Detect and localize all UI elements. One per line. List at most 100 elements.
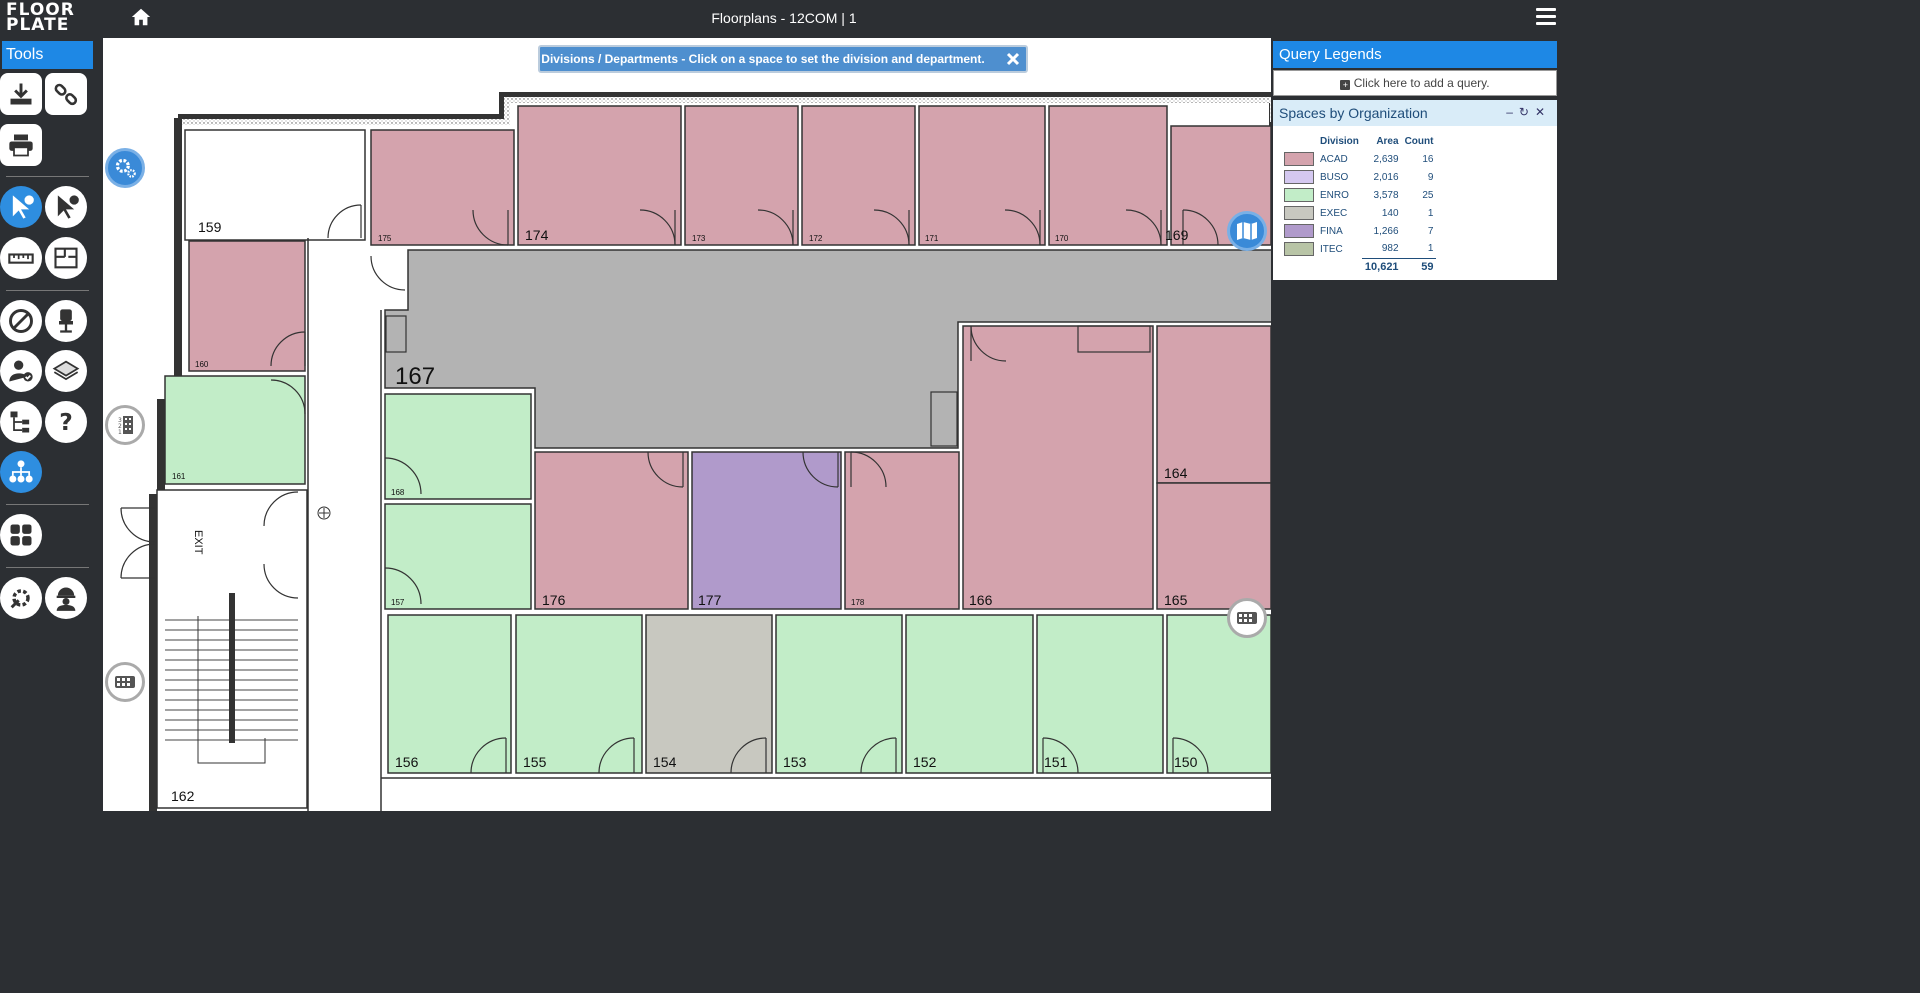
help-button[interactable]: ? [45,401,87,443]
ruler-icon [8,253,34,264]
room-170 [1048,105,1168,246]
legend-row[interactable]: EXEC 140 1 [1281,204,1436,222]
download-button[interactable] [0,73,42,115]
prohibit-button[interactable] [0,300,42,342]
tools-header: Tools [2,41,93,69]
occupant-button[interactable] [0,350,42,392]
refresh-icon[interactable]: ↻ [1519,105,1535,119]
division-name: ACAD [1320,153,1348,165]
col-division: Division [1320,136,1359,147]
furniture-button[interactable] [45,300,87,342]
room-label-168: 168 [391,488,405,497]
printer-icon [9,134,33,157]
floor-selector-button[interactable]: 321 [105,405,145,445]
room-label-173: 173 [692,234,706,243]
room-label-160: 160 [195,360,209,369]
dashboard-button[interactable] [0,514,42,556]
color-swatch [1284,242,1314,256]
map-icon [1237,222,1257,240]
settings-tool-button[interactable] [0,577,42,619]
room-153 [775,614,903,774]
add-query-button[interactable]: + Click here to add a query. [1273,70,1557,96]
color-swatch [1284,170,1314,184]
tools-sidebar: Tools ? [0,38,98,811]
color-swatch [1284,188,1314,202]
measure-button[interactable] [0,237,42,279]
download-icon [10,83,32,105]
floorplan-drawing[interactable]: 159 175 174 173 172 171 170 169 160 167 … [103,38,1271,811]
room-156 [387,614,512,774]
division-name: EXEC [1320,207,1348,219]
room-157 [384,503,532,610]
legend-row[interactable]: ACAD 2,639 16 [1281,150,1436,168]
room-label-172: 172 [809,234,823,243]
cursor-info-icon [12,195,34,219]
layers-button[interactable] [45,350,87,392]
division-area: 1,266 [1373,225,1399,237]
left-grid-button[interactable] [105,662,145,702]
hamburger-menu-icon[interactable] [1536,8,1556,28]
link-icon [54,83,78,106]
legend-header: Spaces by Organization –↻✕ [1273,100,1557,126]
legend-row[interactable]: ENRO 3,578 25 [1281,186,1436,204]
divider [6,290,89,291]
room-155 [515,614,643,774]
hierarchy-button[interactable] [0,401,42,443]
room-176 [534,451,689,610]
gear-wrench-icon [10,589,30,609]
room-168 [384,393,532,500]
mode-banner: Divisions / Departments - Click on a spa… [538,45,1028,73]
room-label-159: 159 [198,219,222,235]
col-count: Count [1404,136,1434,147]
top-bar: FLOOR PLATE Floorplans - 12COM | 1 [0,0,1568,38]
col-area: Area [1376,136,1399,147]
minimize-icon[interactable]: – [1506,105,1519,119]
spaces-by-organization-legend: Spaces by Organization –↻✕ Division Area… [1273,100,1557,280]
room-label-166: 166 [969,592,993,608]
close-icon[interactable] [1004,50,1022,68]
room-label-176: 176 [542,592,566,608]
room-label-161: 161 [172,472,186,481]
room-178 [844,451,960,610]
floorplan-map[interactable]: 159 175 174 173 172 171 170 169 160 167 … [103,38,1271,811]
division-name: BUSO [1320,171,1349,183]
legend-row[interactable]: BUSO 2,016 9 [1281,168,1436,186]
svg-text:?: ? [59,408,73,436]
maintenance-button[interactable] [45,577,87,619]
print-button[interactable] [0,124,42,166]
room-label-178: 178 [851,598,865,607]
floorplan-button[interactable] [45,237,87,279]
color-swatch [1284,206,1314,220]
map-settings-button[interactable] [105,148,145,188]
room-151 [1036,614,1164,774]
keypad-icon [115,676,135,688]
legend-row[interactable]: ITEC 982 1 [1281,240,1436,258]
room-label-175: 175 [378,234,392,243]
layers-icon [52,360,80,381]
room-label-165: 165 [1164,592,1188,608]
room-160 [188,240,306,372]
banner-text: Divisions / Departments - Click on a spa… [541,52,985,66]
legend-row[interactable]: FINA 1,266 7 [1281,222,1436,240]
room-172 [801,105,916,246]
division-count: 7 [1427,225,1434,237]
map-view-button[interactable] [1227,211,1267,251]
division-area: 2,639 [1373,153,1399,165]
org-chart-icon [9,460,33,483]
room-175 [370,129,515,246]
organization-button[interactable] [0,451,42,493]
close-icon[interactable]: ✕ [1535,105,1551,119]
select-info-button[interactable] [0,186,42,228]
division-area: 140 [1381,207,1399,219]
room-label-157: 157 [391,598,405,607]
grid-icon [10,524,32,546]
room-label-164: 164 [1164,465,1188,481]
room-174 [517,105,682,246]
division-count: 16 [1422,153,1434,165]
right-grid-button[interactable] [1227,598,1267,638]
link-button[interactable] [45,73,87,115]
total-count: 59 [1401,257,1437,275]
division-area: 982 [1381,243,1399,255]
division-name: FINA [1320,225,1343,237]
select-add-button[interactable] [45,186,87,228]
